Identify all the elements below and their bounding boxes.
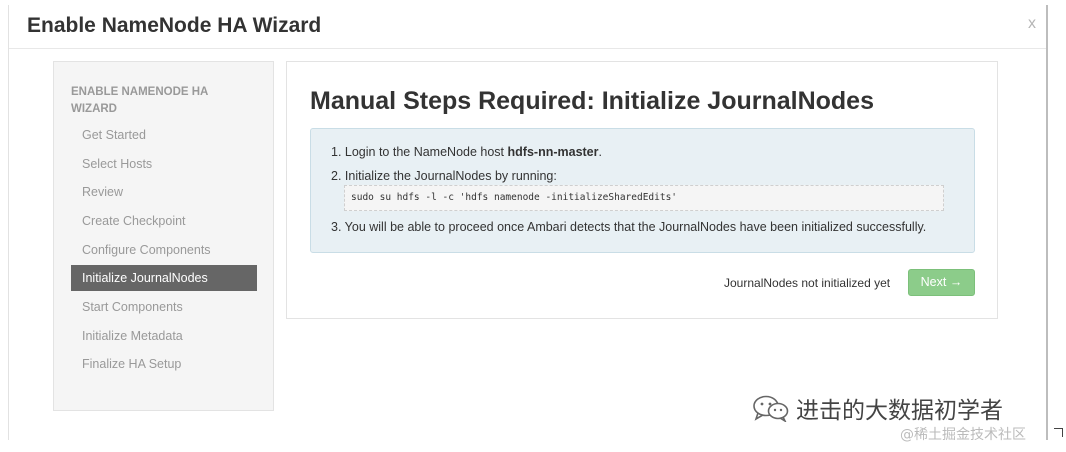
- sidebar-item-review[interactable]: Review: [71, 179, 257, 205]
- sidebar-heading: ENABLE NAMENODE HA WIZARD: [71, 86, 208, 115]
- sidebar-item-get-started[interactable]: Get Started: [71, 122, 257, 148]
- modal-header: Enable NameNode HA Wizard x: [9, 5, 1046, 49]
- sidebar-item-configure-components[interactable]: Configure Components: [71, 237, 257, 263]
- sidebar-item-start-components[interactable]: Start Components: [71, 294, 257, 320]
- step-1-prefix: 1. Login to the NameNode host: [331, 145, 508, 159]
- step-2: 2. Initialize the JournalNodes by runnin…: [331, 169, 557, 183]
- sidebar-item-create-checkpoint[interactable]: Create Checkpoint: [71, 208, 257, 234]
- sidebar-item-initialize-journalnodes[interactable]: Initialize JournalNodes: [71, 265, 257, 291]
- wizard-modal: Enable NameNode HA Wizard x ENABLE NAMEN…: [8, 5, 1048, 440]
- wizard-sidebar: ENABLE NAMENODE HA WIZARD Get Started Se…: [53, 61, 274, 411]
- main-panel: Manual Steps Required: Initialize Journa…: [286, 61, 998, 319]
- corner-mark: [1054, 428, 1063, 437]
- sidebar-item-initialize-metadata[interactable]: Initialize Metadata: [71, 323, 257, 349]
- watermark-main-text: 进击的大数据初学者: [796, 398, 1003, 424]
- step-3: 3. You will be able to proceed once Amba…: [331, 220, 927, 234]
- sidebar-item-select-hosts[interactable]: Select Hosts: [71, 151, 257, 177]
- namenode-host: hdfs-nn-master: [507, 145, 599, 159]
- close-icon[interactable]: x: [1028, 15, 1036, 33]
- sidebar-item-finalize-ha-setup[interactable]: Finalize HA Setup: [71, 351, 257, 377]
- next-button[interactable]: Next →: [908, 269, 975, 296]
- watermark-main: 进击的大数据初学者: [752, 391, 1003, 425]
- status-text: JournalNodes not initialized yet: [724, 276, 891, 290]
- modal-title: Enable NameNode HA Wizard: [27, 14, 322, 37]
- step-1-suffix: .: [598, 145, 602, 159]
- watermark-sub: @稀土掘金技术社区: [900, 427, 1026, 443]
- step-1: 1. Login to the NameNode host hdfs-nn-ma…: [331, 145, 602, 159]
- page-title: Manual Steps Required: Initialize Journa…: [310, 87, 874, 115]
- command-block[interactable]: sudo su hdfs -l -c 'hdfs namenode -initi…: [344, 185, 944, 211]
- instructions-box: 1. Login to the NameNode host hdfs-nn-ma…: [310, 128, 975, 253]
- wechat-icon: [753, 395, 789, 422]
